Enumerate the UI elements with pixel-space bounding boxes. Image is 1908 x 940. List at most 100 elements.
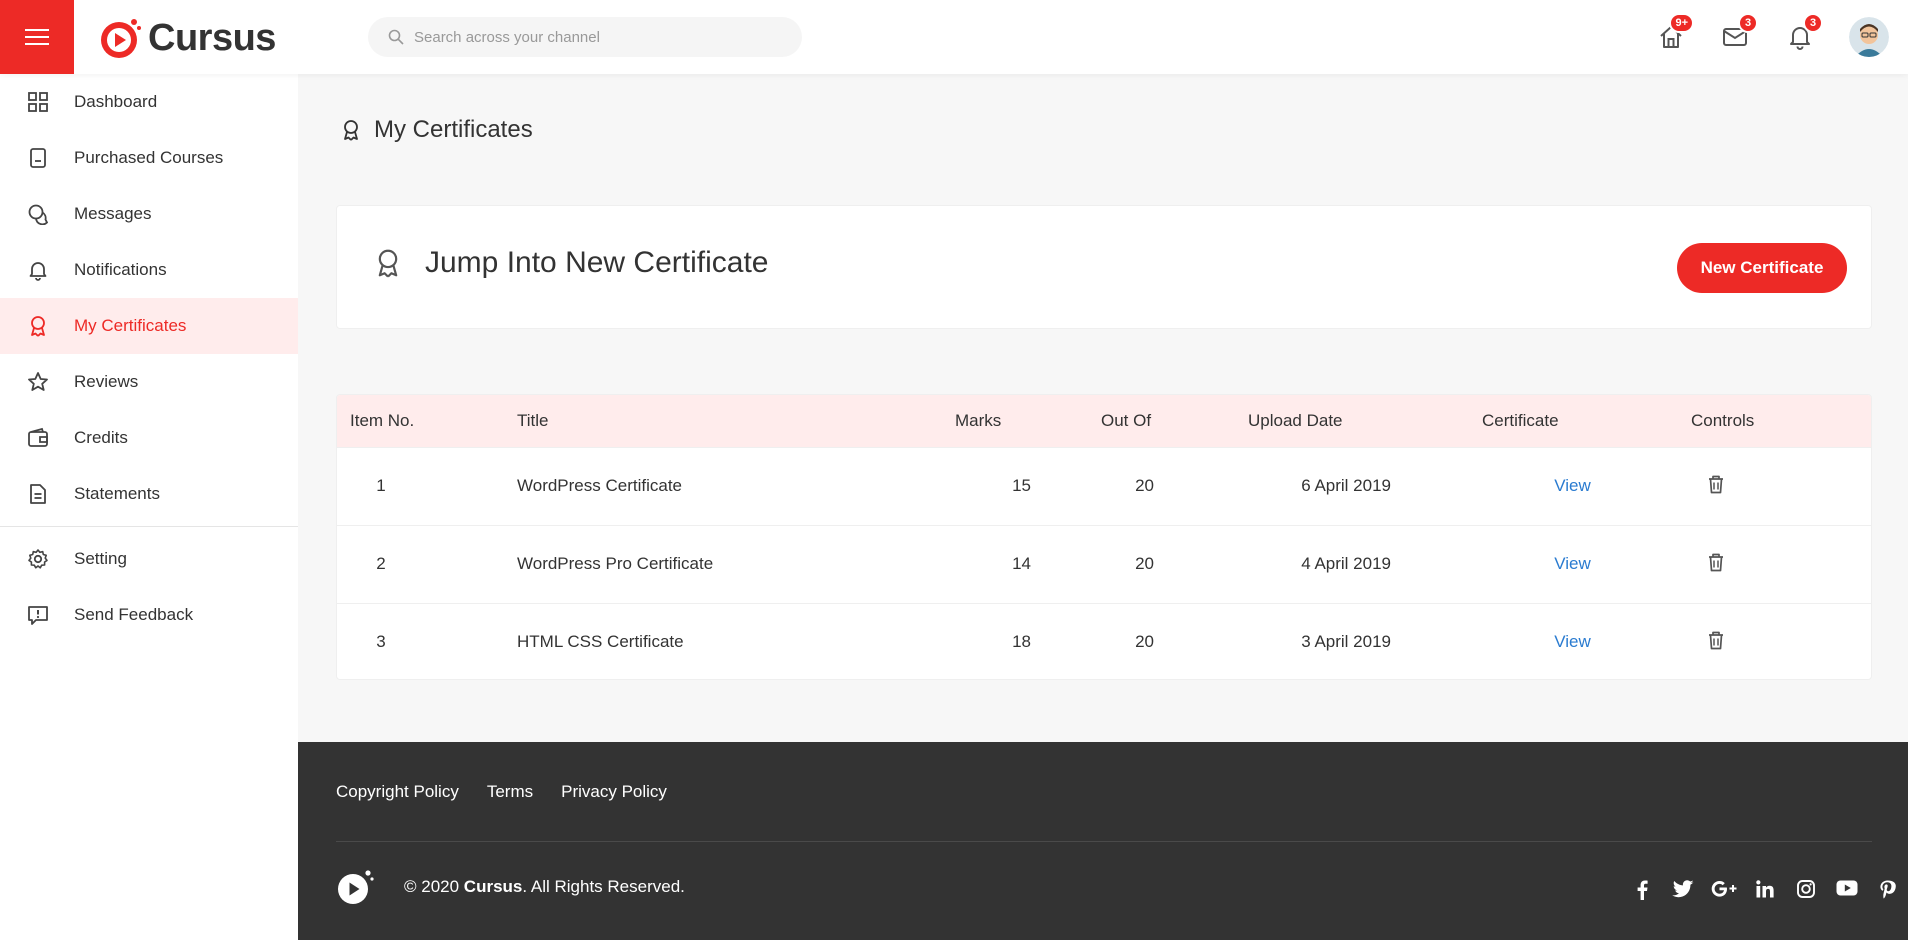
column-header-upload-date: Upload Date [1248,410,1343,430]
search-bar[interactable] [368,17,802,57]
new-certificate-button[interactable]: New Certificate [1677,243,1847,293]
social-links [1621,880,1908,900]
logo-text: Cursus [148,16,276,59]
menu-toggle-button[interactable] [0,0,74,74]
youtube-icon[interactable] [1826,880,1867,900]
cell-out-of: 20 [1135,476,1154,495]
cell-out-of: 20 [1135,554,1154,573]
delete-button[interactable] [1707,630,1725,650]
book-icon [30,148,46,168]
search-icon [388,29,404,45]
bell-icon [29,262,47,281]
delete-button[interactable] [1707,474,1725,494]
view-certificate-link[interactable]: View [1554,476,1591,495]
gear-icon [28,549,48,569]
sidebar-item-label: Send Feedback [74,605,194,624]
search-input[interactable] [414,28,794,46]
feedback-icon [28,606,48,625]
column-header-title: Title [517,410,549,430]
chat-icon [28,204,49,225]
copyright-brand: Cursus [463,877,523,896]
sidebar: Dashboard Purchased Courses Messages Not… [0,74,298,940]
cell-title: HTML CSS Certificate [517,632,684,652]
sidebar-item-label: Messages [74,204,152,223]
google-plus-icon[interactable] [1703,880,1744,900]
column-header-certificate: Certificate [1482,410,1559,430]
footer: Copyright Policy Terms Privacy Policy © … [298,742,1908,940]
table-header-row: Item No. Title Marks Out Of Upload Date … [337,395,1871,447]
award-icon [378,249,398,278]
instagram-icon[interactable] [1785,880,1826,900]
column-header-out-of: Out Of [1101,410,1152,430]
delete-button[interactable] [1707,552,1725,572]
sidebar-item-label: Purchased Courses [74,148,224,167]
cell-upload-date: 6 April 2019 [1301,476,1391,495]
facebook-icon[interactable] [1621,880,1662,900]
footer-copyright: © 2020 Cursus. All Rights Reserved. [336,868,685,906]
cell-item-no: 3 [376,632,386,652]
sidebar-item-label: Statements [74,484,160,503]
footer-link-terms[interactable]: Terms [487,782,533,802]
sidebar-item-setting[interactable]: Setting [0,531,298,587]
column-header-item-no: Item No. [350,410,415,430]
sidebar-item-label: Notifications [74,260,167,279]
star-icon [28,372,48,391]
table-row: 2 WordPress Pro Certificate 14 20 4 Apri… [337,525,1871,603]
sidebar-item-notifications[interactable]: Notifications [0,242,298,298]
cell-marks: 15 [1012,476,1031,495]
column-header-marks: Marks [955,410,1002,430]
home-badge: 9+ [1669,13,1694,33]
hamburger-icon [25,29,49,45]
sidebar-item-credits[interactable]: Credits [0,410,298,466]
cell-title: WordPress Certificate [517,476,683,495]
pinterest-icon[interactable] [1867,880,1908,900]
sidebar-item-purchased-courses[interactable]: Purchased Courses [0,130,298,186]
certificates-table: Item No. Title Marks Out Of Upload Date … [337,395,1871,679]
twitter-icon[interactable] [1662,880,1703,900]
trash-icon [1709,553,1723,571]
cell-upload-date: 4 April 2019 [1301,554,1391,573]
notifications-button[interactable]: 3 [1783,13,1823,54]
cursus-logo[interactable]: Cursus [98,16,276,60]
notifications-badge: 3 [1803,13,1823,33]
footer-link-copyright-policy[interactable]: Copyright Policy [336,782,459,802]
sidebar-item-label: Dashboard [74,92,158,111]
user-avatar[interactable] [1849,17,1889,57]
sidebar-item-statements[interactable]: Statements [0,466,298,522]
jump-card-title: Jump Into New Certificate [373,246,768,280]
cell-marks: 18 [1012,632,1031,652]
sidebar-item-dashboard[interactable]: Dashboard [0,74,298,130]
footer-divider [336,841,1872,842]
sidebar-item-my-certificates[interactable]: My Certificates [0,298,298,354]
sidebar-item-label: Credits [74,428,128,447]
column-header-controls: Controls [1691,410,1755,430]
award-icon [344,120,358,141]
table-row: 1 WordPress Certificate 15 20 6 April 20… [337,447,1871,525]
avatar-image [1849,17,1889,57]
grid-icon [28,92,48,112]
sidebar-item-send-feedback[interactable]: Send Feedback [0,587,298,643]
footer-logo-icon [338,870,374,904]
cell-out-of: 20 [1135,632,1154,652]
messages-button[interactable]: 3 [1718,13,1758,54]
logo-play-icon [101,19,141,58]
top-header: Cursus 9+ 3 3 [0,0,1908,74]
home-button[interactable]: 9+ [1654,13,1694,54]
sidebar-item-label: My Certificates [74,316,187,335]
sidebar-item-reviews[interactable]: Reviews [0,354,298,410]
award-icon [31,316,45,337]
sidebar-item-label: Setting [74,549,127,568]
sidebar-divider [0,526,298,527]
cell-marks: 14 [1012,554,1031,573]
cell-upload-date: 3 April 2019 [1301,632,1391,652]
cell-title: WordPress Pro Certificate [517,554,714,573]
view-certificate-link[interactable]: View [1554,632,1591,651]
document-icon [30,484,46,504]
jump-card-title-text: Jump Into New Certificate [425,246,769,279]
linkedin-icon[interactable] [1744,880,1785,900]
sidebar-item-messages[interactable]: Messages [0,186,298,242]
copyright-suffix: . All Rights Reserved. [522,877,685,896]
messages-badge: 3 [1738,13,1758,33]
view-certificate-link[interactable]: View [1554,554,1591,573]
footer-link-privacy-policy[interactable]: Privacy Policy [561,782,667,802]
